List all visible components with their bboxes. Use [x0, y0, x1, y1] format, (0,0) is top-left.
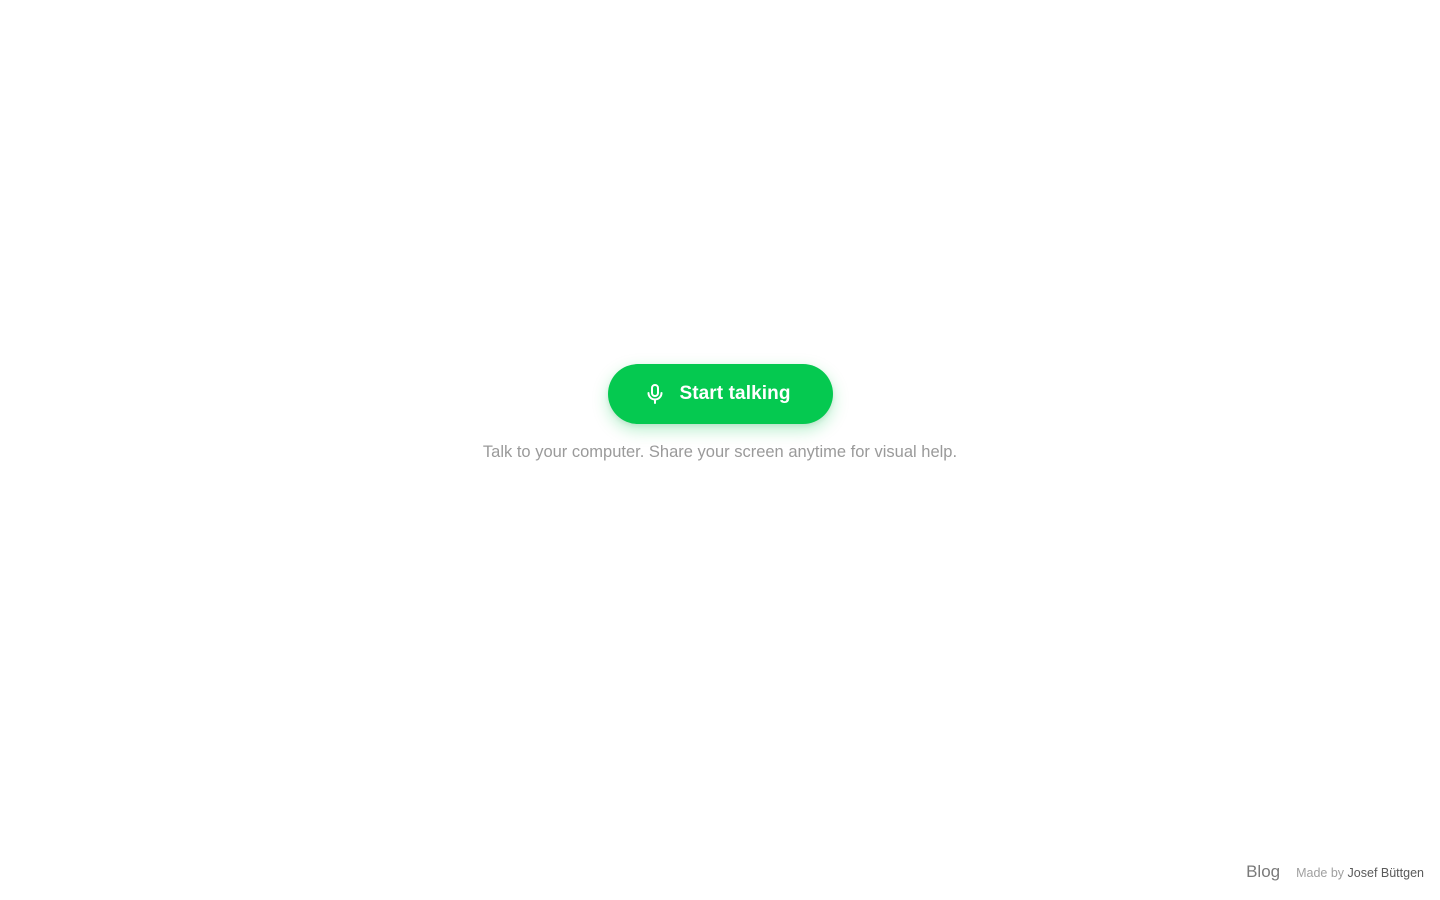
start-talking-button[interactable]: Start talking	[607, 364, 833, 424]
made-by-prefix: Made by	[1296, 866, 1345, 880]
hero-section: Start talking Talk to your computer. Sha…	[0, 364, 1440, 462]
tagline: Talk to your computer. Share your screen…	[482, 443, 958, 461]
page: Start talking Talk to your computer. Sha…	[0, 0, 1440, 900]
author-link[interactable]: Josef Büttgen	[1348, 866, 1424, 880]
footer: Blog Made by Josef Büttgen	[1246, 862, 1424, 882]
start-talking-label: Start talking	[679, 383, 791, 404]
microphone-icon	[643, 382, 667, 406]
blog-link[interactable]: Blog	[1246, 862, 1280, 882]
made-by-credit: Made by Josef Büttgen	[1296, 866, 1424, 880]
